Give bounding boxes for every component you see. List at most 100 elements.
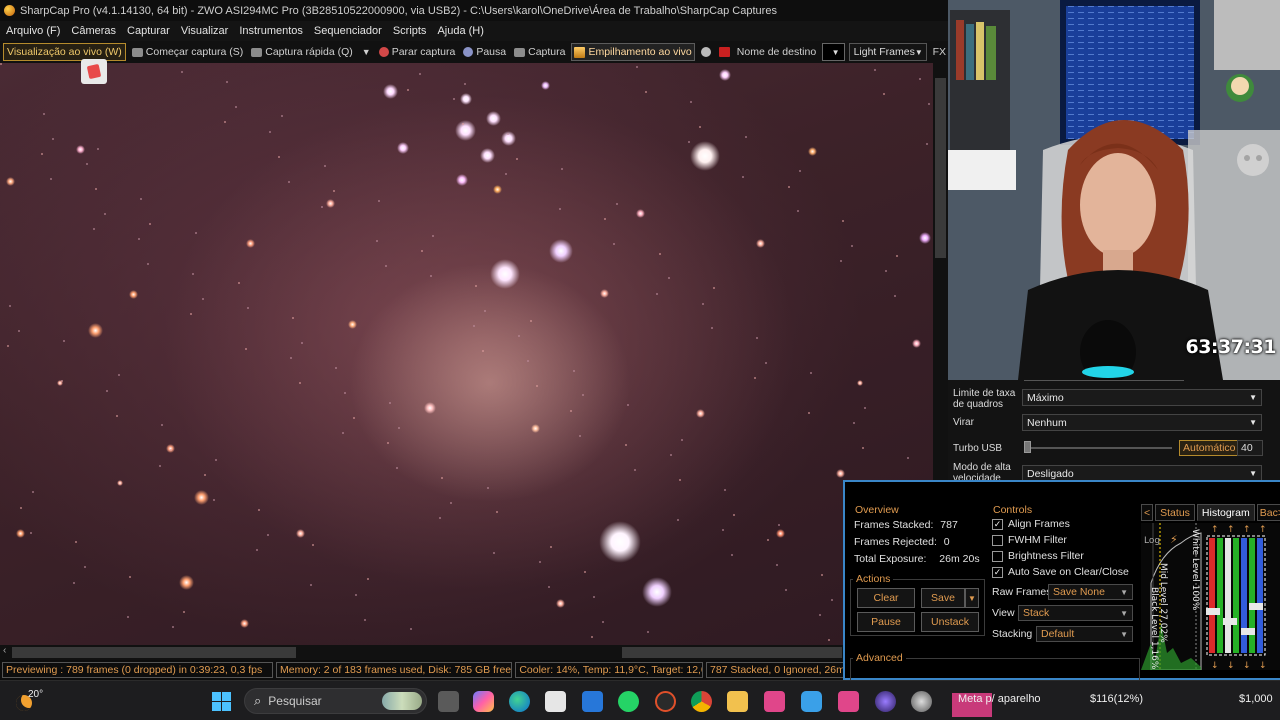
app-icon-pink[interactable] — [764, 691, 785, 712]
advanced-group[interactable]: Advanced — [850, 652, 1140, 680]
lightning-icon[interactable]: ⚡ — [1170, 533, 1178, 546]
chevron-down-icon: ▼ — [914, 47, 923, 57]
chrome-icon[interactable] — [691, 691, 712, 712]
star — [642, 577, 672, 607]
target-name-select[interactable]: ▼ — [822, 43, 845, 61]
flip-select[interactable]: Nenhum ▼ — [1022, 414, 1262, 431]
star — [239, 618, 249, 628]
frame-rate-select[interactable]: Máximo ▼ — [1022, 389, 1262, 406]
menu-item-cameras[interactable]: Câmeras — [71, 25, 116, 37]
menu-item-visualizar[interactable]: Visualizar — [181, 25, 229, 37]
file-explorer-icon[interactable] — [727, 691, 748, 712]
svg-text:↓: ↓ — [1211, 661, 1219, 670]
tab-histogram[interactable]: Histogram — [1196, 504, 1255, 521]
brightness-filter-label: Brightness Filter — [1008, 550, 1084, 562]
faint-star — [626, 404, 629, 407]
edge-icon[interactable] — [509, 691, 530, 712]
fx-button[interactable]: FX — [931, 43, 948, 61]
brightness-filter-checkbox[interactable]: Brightness Filter — [992, 550, 1084, 562]
start-button[interactable] — [211, 691, 232, 712]
view-label: View — [992, 607, 1015, 619]
scroll-left-icon[interactable]: ‹ — [3, 645, 6, 656]
checkbox-icon[interactable]: ✓ — [992, 566, 1003, 578]
faint-star — [733, 513, 736, 516]
menu-item-arquivo[interactable]: Arquivo (F) — [6, 25, 60, 37]
checkbox-icon[interactable]: ✓ — [992, 518, 1003, 530]
stellarium-icon[interactable] — [875, 691, 896, 712]
faint-star — [160, 424, 163, 427]
faint-star — [787, 185, 790, 188]
app-icon-pink-2[interactable] — [838, 691, 859, 712]
faint-star — [430, 275, 432, 277]
checkbox-icon[interactable] — [992, 550, 1003, 562]
live-stack-button[interactable]: Empilhamento ao vivo — [571, 43, 695, 61]
whatsapp-icon[interactable] — [618, 691, 639, 712]
quick-capture-button[interactable]: Captura rápida (Q) ▼ — [249, 43, 372, 61]
save-button[interactable]: Save — [921, 588, 965, 608]
fwhm-filter-checkbox[interactable]: FWHM Filter — [992, 534, 1067, 546]
usb-auto-button[interactable]: Automático — [1179, 440, 1240, 456]
opera-icon[interactable] — [655, 691, 676, 712]
menu-item-ajuda[interactable]: Ajuda (H) — [437, 25, 483, 37]
stop-capture-button[interactable]: Parar captura — [377, 43, 458, 61]
start-capture-button[interactable]: Começar captura (S) — [130, 43, 245, 61]
histogram-chart[interactable]: ↑ ↑ ↑ ↑ ↓ ↓ ↓ ↓ Log ⚡ White Level 100% Mid Lev… — [1141, 523, 1280, 670]
menu-item-sequenciador[interactable]: Sequenciador — [314, 25, 382, 37]
capture-button[interactable]: Captura — [512, 43, 567, 61]
menu-bar: Arquivo (F) Câmeras Capturar Visualizar … — [0, 21, 948, 41]
frame-type-select[interactable]: Light Frames ▼ — [848, 43, 927, 61]
windows-taskbar: 20° ⌕ Pesquisar Meta p/ aparelho $116(12… — [0, 680, 1280, 720]
chevron-down-icon[interactable]: ▼ — [362, 47, 371, 57]
usb-value-field[interactable]: 40 — [1237, 440, 1263, 456]
faint-star — [583, 571, 586, 574]
view-select[interactable]: Stack ▼ — [1018, 605, 1133, 621]
store-icon[interactable] — [545, 691, 566, 712]
clear-button[interactable]: Clear — [857, 588, 915, 608]
align-frames-checkbox[interactable]: ✓ Align Frames — [992, 518, 1070, 530]
menu-item-scripts[interactable]: Scripts — [393, 25, 427, 37]
save-menu-button[interactable]: ▼ — [965, 588, 979, 608]
app-icon-cyan[interactable] — [801, 691, 822, 712]
menu-item-capturar[interactable]: Capturar — [127, 25, 170, 37]
pause-button[interactable]: Pausa — [461, 43, 508, 61]
horizontal-scroll-thumb[interactable] — [12, 647, 296, 658]
live-view-button[interactable]: Visualização ao vivo (W) — [3, 43, 126, 61]
menu-item-instrumentos[interactable]: Instrumentos — [239, 25, 303, 37]
unstack-button[interactable]: Unstack — [921, 612, 979, 632]
faint-star — [289, 357, 292, 360]
usb-slider-knob[interactable] — [1024, 441, 1031, 453]
pause-stack-button[interactable]: Pause — [857, 612, 915, 632]
star — [245, 238, 255, 248]
vertical-scroll-thumb[interactable] — [935, 78, 946, 258]
auto-save-checkbox[interactable]: ✓ Auto Save on Clear/Close — [992, 566, 1129, 578]
weather-widget[interactable]: 20° — [14, 689, 43, 713]
faint-star — [742, 175, 745, 178]
record-toggle[interactable] — [699, 43, 713, 61]
star — [5, 176, 15, 186]
app-icon-blue[interactable] — [582, 691, 603, 712]
checkbox-icon[interactable] — [992, 534, 1003, 546]
histogram-view[interactable]: ↑ ↑ ↑ ↑ ↓ ↓ ↓ ↓ Log ⚡ White Level 100% Mid Lev… — [1141, 523, 1280, 670]
tab-status[interactable]: Status — [1155, 504, 1195, 521]
pause-label: Pausa — [476, 46, 507, 58]
log-toggle[interactable]: Log — [1144, 536, 1160, 546]
horizontal-scroll-thumb-secondary[interactable] — [622, 647, 842, 658]
chevron-down-icon: ▼ — [968, 593, 976, 603]
align-frames-label: Align Frames — [1008, 518, 1070, 530]
tab-scroll-left-icon[interactable]: < — [1141, 504, 1154, 521]
usb-slider-track[interactable] — [1024, 447, 1172, 449]
sharpcap-taskbar-icon[interactable] — [911, 691, 932, 712]
faint-star — [224, 120, 227, 123]
faint-star — [255, 549, 258, 552]
faint-star — [244, 347, 247, 350]
faint-star — [74, 541, 77, 544]
faint-star — [258, 509, 260, 511]
stacking-select[interactable]: Default ▼ — [1036, 626, 1133, 642]
task-view-icon[interactable] — [438, 691, 459, 712]
tab-background[interactable]: Bac> — [1256, 504, 1280, 521]
star — [15, 528, 25, 538]
copilot-icon[interactable] — [473, 691, 494, 712]
raw-frames-select[interactable]: Save None ▼ — [1048, 584, 1133, 600]
taskbar-search[interactable]: ⌕ Pesquisar — [244, 688, 427, 714]
live-image-viewport[interactable] — [0, 63, 933, 645]
